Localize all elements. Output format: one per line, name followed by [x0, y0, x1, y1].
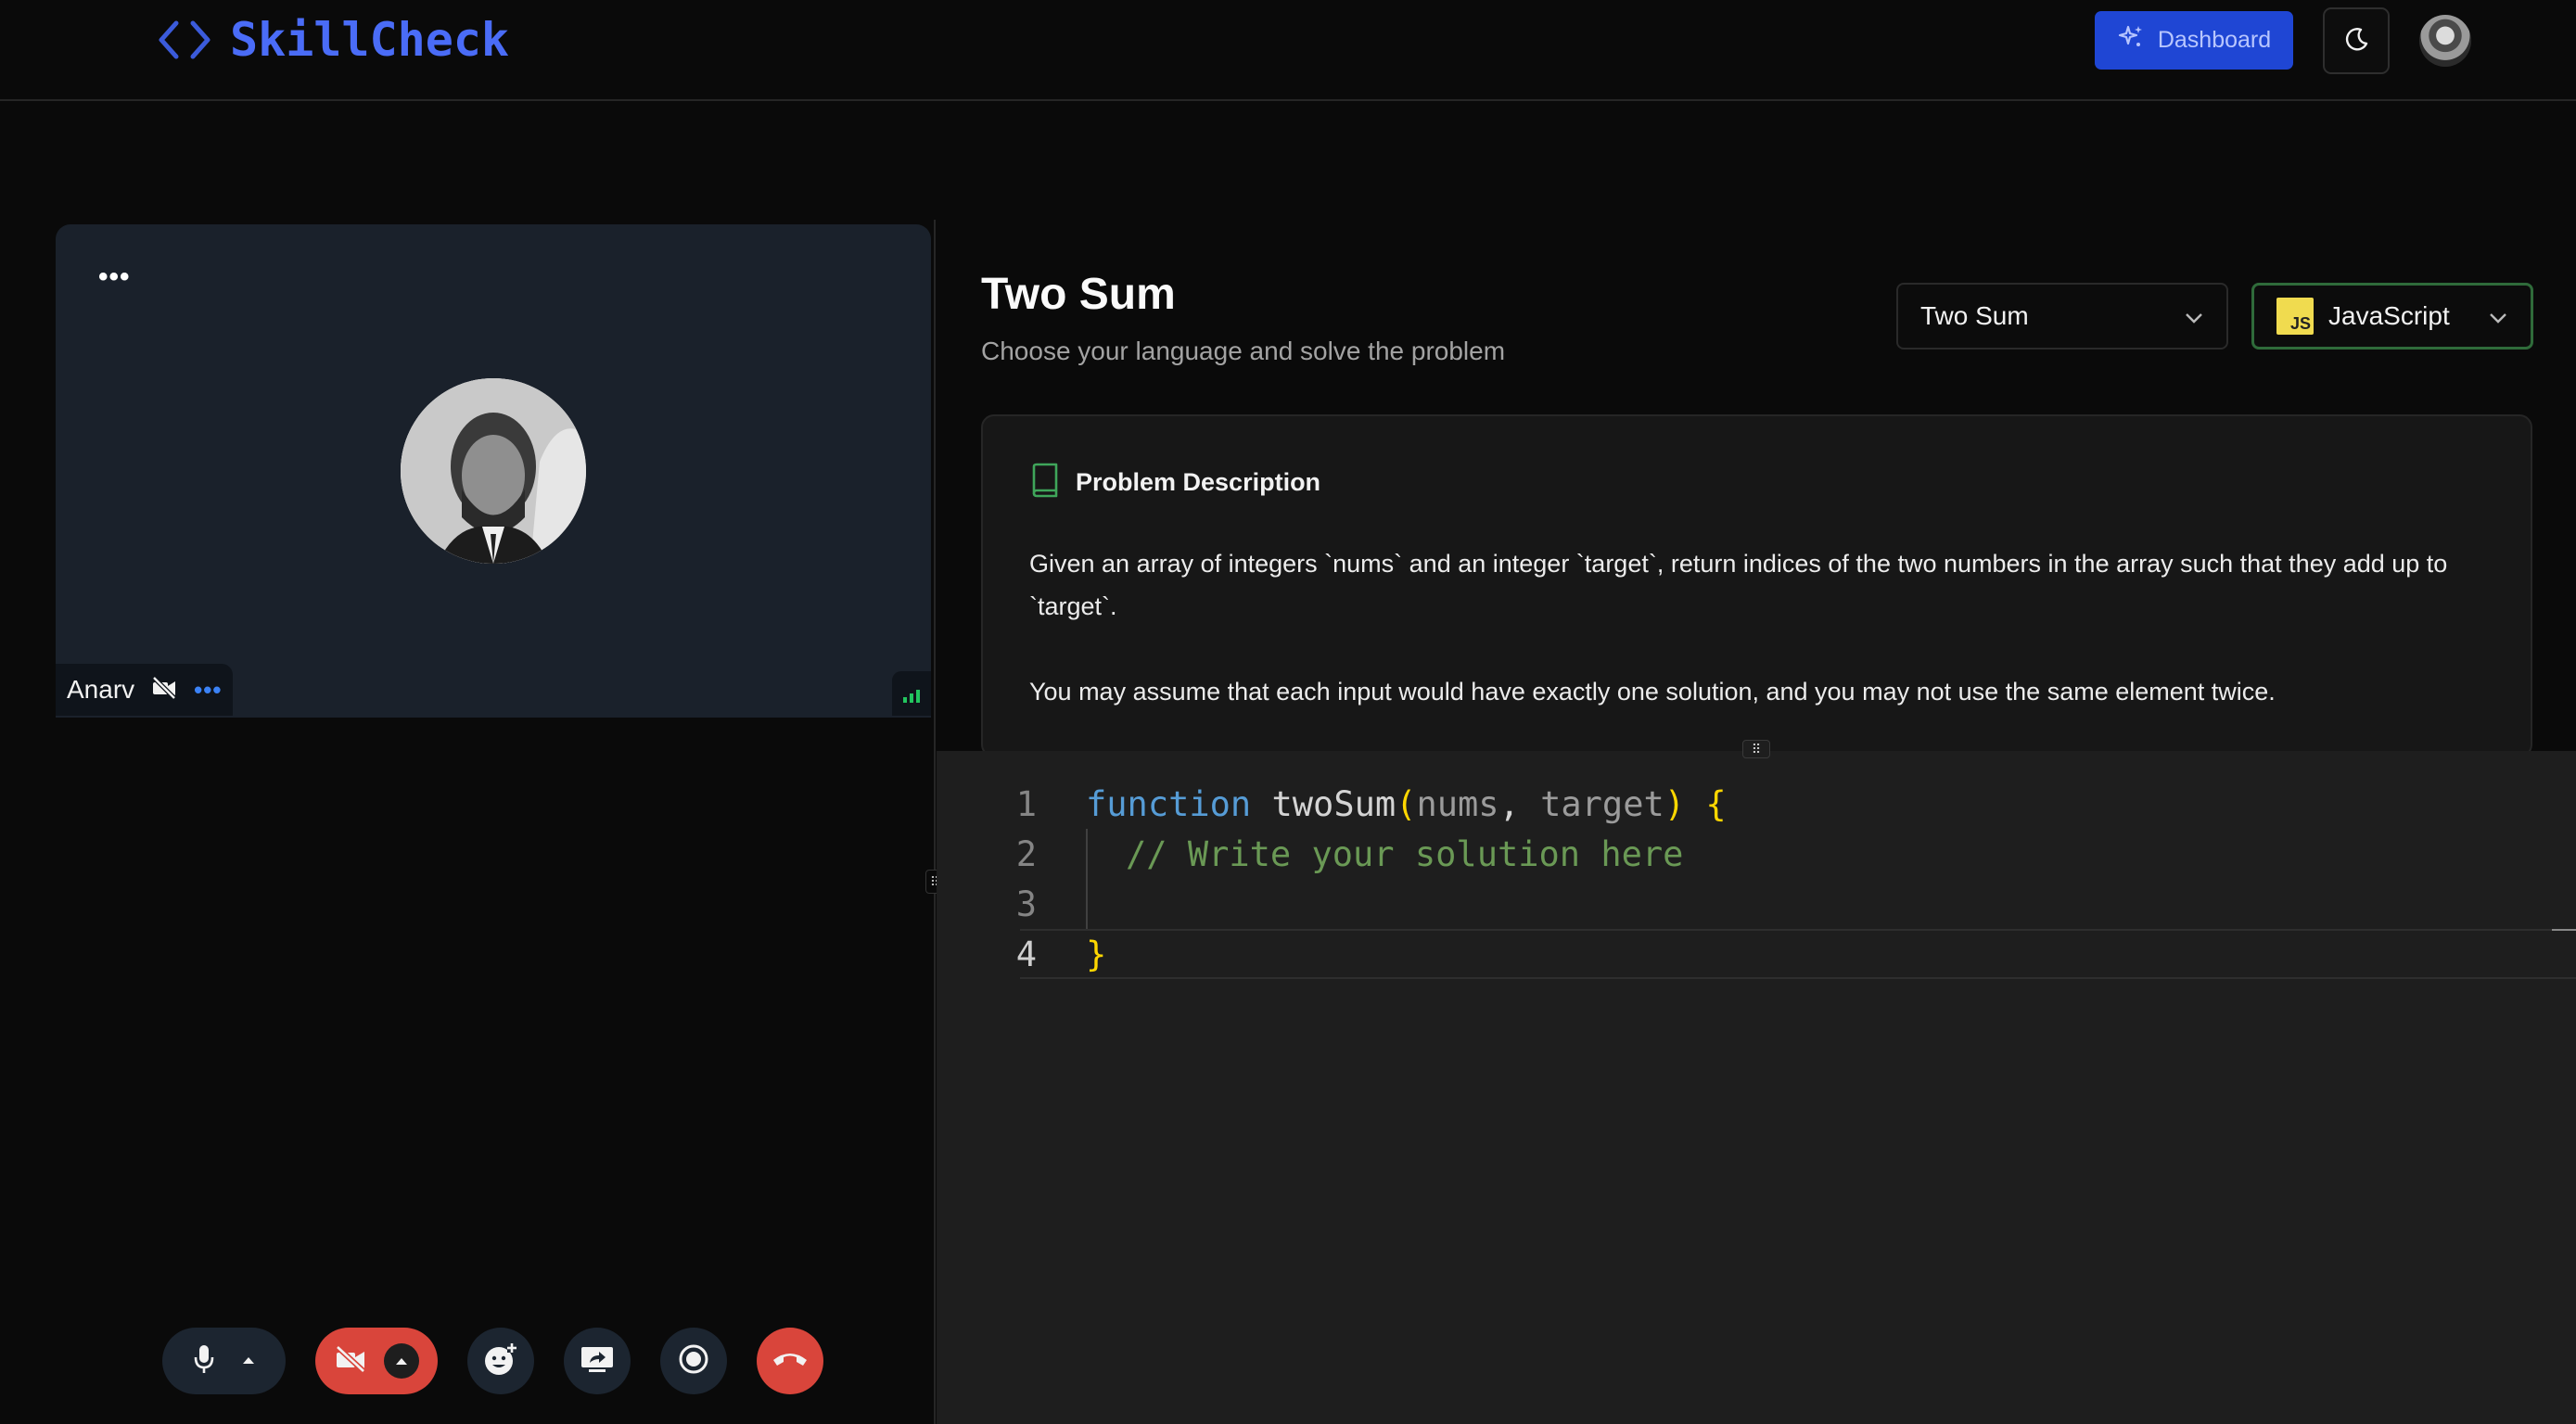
code-line[interactable]: 1 function twoSum(nums, target) {	[937, 779, 2576, 829]
reactions-button[interactable]	[467, 1328, 534, 1394]
record-button[interactable]	[660, 1328, 727, 1394]
moon-icon	[2342, 25, 2370, 57]
mic-icon	[194, 1344, 214, 1379]
code-token: target	[1540, 783, 1664, 824]
record-icon	[678, 1343, 709, 1380]
problem-description-card: Problem Description Given an array of in…	[981, 414, 2532, 757]
theme-toggle-button[interactable]	[2323, 7, 2390, 74]
code-text: }	[1086, 934, 1106, 974]
participant-name: Anarv	[67, 675, 135, 704]
problem-description-header: Problem Description	[1029, 463, 1320, 502]
code-comment: // Write your solution here	[1126, 833, 1684, 874]
logo-text: SkillCheck	[230, 13, 510, 67]
line-number: 3	[1015, 884, 1037, 924]
network-signal-icon	[892, 671, 931, 716]
chevron-down-icon	[2184, 301, 2204, 331]
end-call-icon	[772, 1349, 809, 1374]
end-call-button[interactable]	[757, 1328, 823, 1394]
line-number: 1	[1015, 783, 1037, 824]
dashboard-button[interactable]: Dashboard	[2095, 11, 2293, 70]
participant-options-button[interactable]: •••	[194, 676, 222, 705]
mic-options-caret-icon[interactable]	[242, 1353, 255, 1369]
code-brackets-icon	[156, 19, 213, 60]
horizontal-resize-handle[interactable]: ⠿	[1742, 740, 1770, 758]
camera-toggle-button[interactable]	[315, 1328, 438, 1394]
problem-title: Two Sum	[981, 270, 1176, 319]
description-paragraph: Given an array of integers `nums` and an…	[1029, 550, 2448, 620]
participant-video-tile: ••• Anarv •••	[56, 224, 931, 718]
problem-description-text: Given an array of integers `nums` and an…	[1029, 542, 2494, 713]
code-token: function	[1086, 783, 1252, 824]
participant-name-tag: Anarv •••	[56, 664, 234, 716]
panel-divider	[934, 220, 936, 1424]
code-token: ,	[1498, 783, 1541, 824]
dashboard-label: Dashboard	[2157, 27, 2272, 53]
user-avatar[interactable]	[2419, 15, 2471, 67]
top-navbar: SkillCheck Dashboard	[0, 0, 2576, 101]
chevron-down-icon	[2488, 301, 2508, 331]
language-select[interactable]: JS JavaScript	[2251, 283, 2533, 350]
language-select-value: JavaScript	[2328, 301, 2450, 330]
book-icon	[1029, 463, 1061, 502]
javascript-icon: JS	[2276, 298, 2314, 335]
problem-subtitle: Choose your language and solve the probl…	[981, 337, 1506, 365]
code-token: twoSum	[1271, 783, 1396, 824]
camera-options-caret-icon[interactable]	[384, 1343, 419, 1379]
screen-share-button[interactable]	[564, 1328, 631, 1394]
code-line[interactable]: 2 // Write your solution here	[937, 829, 2576, 879]
code-token: }	[1086, 934, 1107, 974]
participant-avatar	[401, 378, 586, 564]
description-paragraph: You may assume that each input would hav…	[1029, 678, 2276, 706]
code-text: // Write your solution here	[1126, 834, 1683, 874]
problem-description-heading: Problem Description	[1076, 468, 1321, 496]
problem-select[interactable]: Two Sum	[1896, 283, 2228, 350]
emoji-add-icon	[483, 1341, 518, 1381]
tile-menu-button[interactable]: •••	[98, 263, 131, 291]
camera-off-icon	[151, 675, 177, 705]
problem-select-value: Two Sum	[1920, 301, 2029, 330]
mic-button[interactable]	[162, 1328, 286, 1394]
code-line[interactable]: 3	[937, 879, 2576, 929]
line-number: 2	[1015, 833, 1037, 874]
code-token: )	[1664, 783, 1686, 824]
code-token: {	[1705, 783, 1727, 824]
screen-share-icon	[580, 1344, 615, 1379]
code-line[interactable]: 4 }	[937, 929, 2576, 979]
code-token: (	[1396, 783, 1417, 824]
logo[interactable]: SkillCheck	[156, 13, 509, 67]
code-text: function twoSum(nums, target) {	[1086, 784, 1727, 824]
line-number: 4	[1015, 934, 1037, 974]
sparkles-icon	[2117, 23, 2145, 57]
code-token: nums	[1416, 783, 1499, 824]
camera-off-icon	[334, 1344, 367, 1378]
